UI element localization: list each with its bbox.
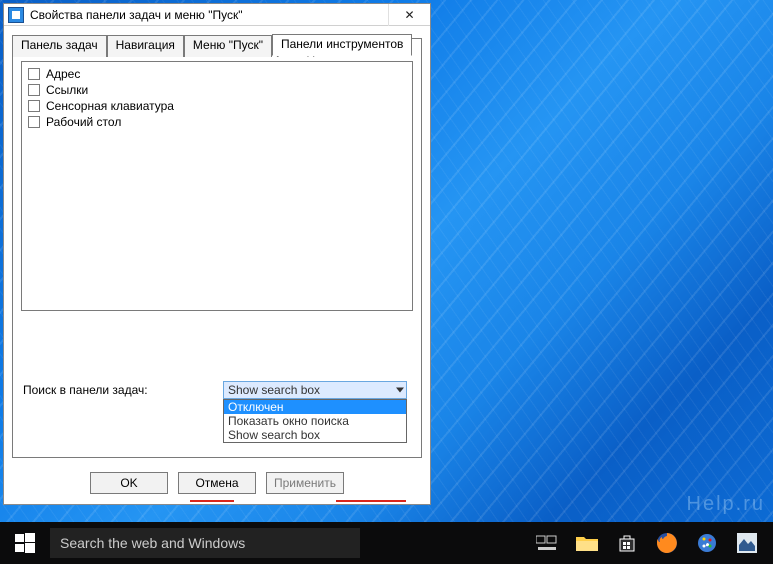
tab-strip: Панель задач Навигация Меню "Пуск" Панел… [12, 34, 422, 56]
checkbox[interactable] [28, 84, 40, 96]
dialog-button-row: OK Отмена Применить [4, 472, 430, 494]
windows-taskbar: Search the web and Windows [0, 522, 773, 564]
checkbox[interactable] [28, 68, 40, 80]
search-combobox[interactable]: Show search box Отключен Показать окно п… [223, 381, 407, 399]
dropdown-option-show-window[interactable]: Показать окно поиска [224, 414, 406, 428]
combo-selected-value: Show search box [228, 383, 320, 397]
search-in-taskbar-row: Поиск в панели задач: Show search box От… [23, 381, 411, 399]
list-item[interactable]: Сенсорная клавиатура [28, 98, 406, 114]
checkbox[interactable] [28, 116, 40, 128]
list-item[interactable]: Рабочий стол [28, 114, 406, 130]
firefox-icon[interactable] [655, 531, 679, 555]
tab-start-menu[interactable]: Меню "Пуск" [184, 35, 272, 57]
watermark: Help.ru [687, 493, 765, 516]
toolbars-page: Выберите панели инструментов, которые ну… [12, 38, 422, 458]
store-icon[interactable] [615, 531, 639, 555]
dropdown-option-show-box[interactable]: Show search box [224, 428, 406, 442]
search-label: Поиск в панели задач: [23, 381, 223, 397]
taskbar-search-box[interactable]: Search the web and Windows [50, 528, 360, 558]
window-title: Свойства панели задач и меню "Пуск" [30, 8, 382, 22]
toolbars-listbox[interactable]: Адрес Ссылки Сенсорная клавиатура Рабочи… [21, 61, 413, 311]
list-item[interactable]: Адрес [28, 66, 406, 82]
file-explorer-icon[interactable] [575, 531, 599, 555]
list-item-label: Ссылки [46, 83, 88, 97]
apply-button[interactable]: Применить [266, 472, 344, 494]
tab-taskbar[interactable]: Панель задач [12, 35, 107, 57]
tab-navigation[interactable]: Навигация [107, 35, 184, 57]
tab-toolbars[interactable]: Панели инструментов [272, 34, 412, 56]
titlebar: Свойства панели задач и меню "Пуск" ✕ [4, 4, 430, 26]
app-icon [8, 7, 24, 23]
annotation-underline-apply [336, 500, 406, 502]
dropdown-option-disabled[interactable]: Отключен [224, 400, 406, 414]
list-item-label: Адрес [46, 67, 80, 81]
paint-icon[interactable] [695, 531, 719, 555]
taskbar-pinned-apps [521, 522, 773, 564]
list-item[interactable]: Ссылки [28, 82, 406, 98]
windows-logo-icon [15, 533, 35, 553]
annotation-underline-ok [190, 500, 234, 502]
close-button[interactable]: ✕ [388, 4, 430, 26]
ok-button[interactable]: OK [90, 472, 168, 494]
task-view-icon[interactable] [535, 531, 559, 555]
checkbox[interactable] [28, 100, 40, 112]
app-icon[interactable] [735, 531, 759, 555]
taskbar-properties-dialog: Свойства панели задач и меню "Пуск" ✕ Па… [3, 3, 431, 505]
start-button[interactable] [0, 522, 50, 564]
list-item-label: Рабочий стол [46, 115, 121, 129]
search-dropdown: Отключен Показать окно поиска Show searc… [223, 399, 407, 443]
chevron-down-icon [396, 388, 404, 393]
list-item-label: Сенсорная клавиатура [46, 99, 174, 113]
cancel-button[interactable]: Отмена [178, 472, 256, 494]
